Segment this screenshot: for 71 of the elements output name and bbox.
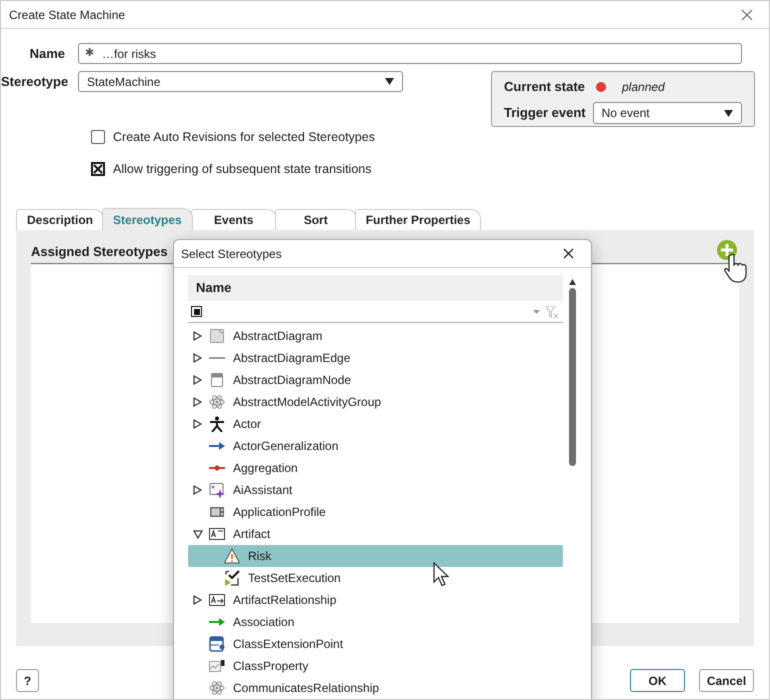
column-header[interactable]: Name — [188, 275, 563, 301]
tree-item[interactable]: ClassExtensionPoint — [188, 633, 563, 655]
expand-toggle-icon[interactable] — [193, 331, 202, 341]
expand-toggle-icon[interactable] — [193, 397, 202, 407]
scroll-up-icon[interactable] — [568, 279, 576, 285]
tree-item[interactable]: ActorGeneralization — [188, 435, 563, 457]
popup-title: Select Stereotypes — [181, 246, 282, 262]
tab[interactable]: Sort — [274, 209, 357, 230]
tab[interactable]: Stereotypes — [102, 208, 193, 230]
pointer-cursor-icon — [433, 562, 449, 588]
tab[interactable]: Description — [16, 209, 104, 230]
window-icon — [209, 372, 225, 388]
collapse-toggle-icon[interactable] — [193, 530, 203, 538]
text-box-icon — [209, 592, 225, 608]
expand-toggle-icon[interactable] — [193, 595, 202, 605]
ok-button[interactable]: OK — [630, 669, 685, 692]
stereotype-label: Stereotype — [1, 72, 70, 91]
add-icon[interactable] — [717, 240, 737, 260]
checkbox[interactable] — [91, 162, 105, 176]
warning-icon — [224, 548, 240, 564]
state-value: planned — [622, 79, 665, 96]
expand-toggle-icon[interactable] — [193, 375, 202, 385]
check-play-icon — [224, 570, 240, 586]
tree-item[interactable]: Risk — [188, 545, 563, 567]
tree-item[interactable]: ArtifactRelationship — [188, 589, 563, 611]
chart-card-icon — [209, 658, 225, 674]
tree-item[interactable]: Aggregation — [188, 457, 563, 479]
tree-item[interactable]: AbstractModelActivityGroup — [188, 391, 563, 413]
card-icon — [209, 504, 225, 520]
sparkle-icon — [209, 482, 225, 498]
stereotype-dropdown[interactable]: StateMachine — [78, 71, 403, 92]
trigger-event-label: Trigger event — [504, 104, 587, 122]
line-icon — [209, 357, 225, 359]
dropdown-caret-icon — [385, 78, 394, 85]
tree-item[interactable]: AiAssistant — [188, 479, 563, 501]
atom-icon — [209, 394, 225, 410]
dropdown-caret-icon[interactable] — [533, 310, 540, 314]
tree-item[interactable]: ClassProperty — [188, 655, 563, 677]
tree-item[interactable]: Association — [188, 611, 563, 633]
trigger-event-dropdown[interactable]: No event — [592, 102, 742, 124]
checkbox-label: Create Auto Revisions for selected Stereotypes — [113, 129, 375, 146]
tree-item[interactable]: CommunicatesRelationship — [188, 677, 563, 699]
tree-item[interactable]: TestSetExecution — [188, 567, 563, 589]
current-state-label: Current state — [504, 78, 586, 96]
cancel-button[interactable]: Cancel — [699, 669, 754, 692]
atom-icon — [209, 680, 225, 696]
dropdown-caret-icon — [724, 110, 733, 116]
checkbox[interactable] — [91, 130, 105, 144]
expand-toggle-icon[interactable] — [193, 353, 202, 363]
tab[interactable]: Further Properties — [354, 209, 482, 230]
name-field[interactable]: ✱ …for risks — [78, 43, 742, 64]
database-icon — [209, 636, 225, 652]
tree-item[interactable]: AbstractDiagram — [188, 325, 563, 347]
tree-item[interactable]: AbstractDiagramEdge — [188, 347, 563, 369]
tree-item[interactable]: ApplicationProfile — [188, 501, 563, 523]
tree-item[interactable]: Actor — [188, 413, 563, 435]
expand-toggle-icon[interactable] — [193, 485, 202, 495]
help-button[interactable]: ? — [16, 669, 39, 692]
text-box-icon — [209, 526, 225, 542]
tree-item[interactable]: AbstractDiagramNode — [188, 369, 563, 391]
window-title: Create State Machine — [9, 6, 126, 24]
expand-toggle-icon[interactable] — [193, 419, 202, 429]
close-icon[interactable] — [563, 248, 574, 259]
checkbox-label: Allow triggering of subsequent state transitions — [113, 160, 372, 178]
document-icon — [209, 328, 225, 344]
name-label: Name — [28, 44, 66, 63]
tree-item[interactable]: Artifact — [188, 523, 563, 545]
panel-title: Assigned Stereotypes — [31, 242, 168, 261]
scrollbar-thumb[interactable] — [568, 288, 576, 466]
select-all-checkbox[interactable] — [191, 306, 202, 317]
stick-figure-icon — [209, 416, 225, 432]
